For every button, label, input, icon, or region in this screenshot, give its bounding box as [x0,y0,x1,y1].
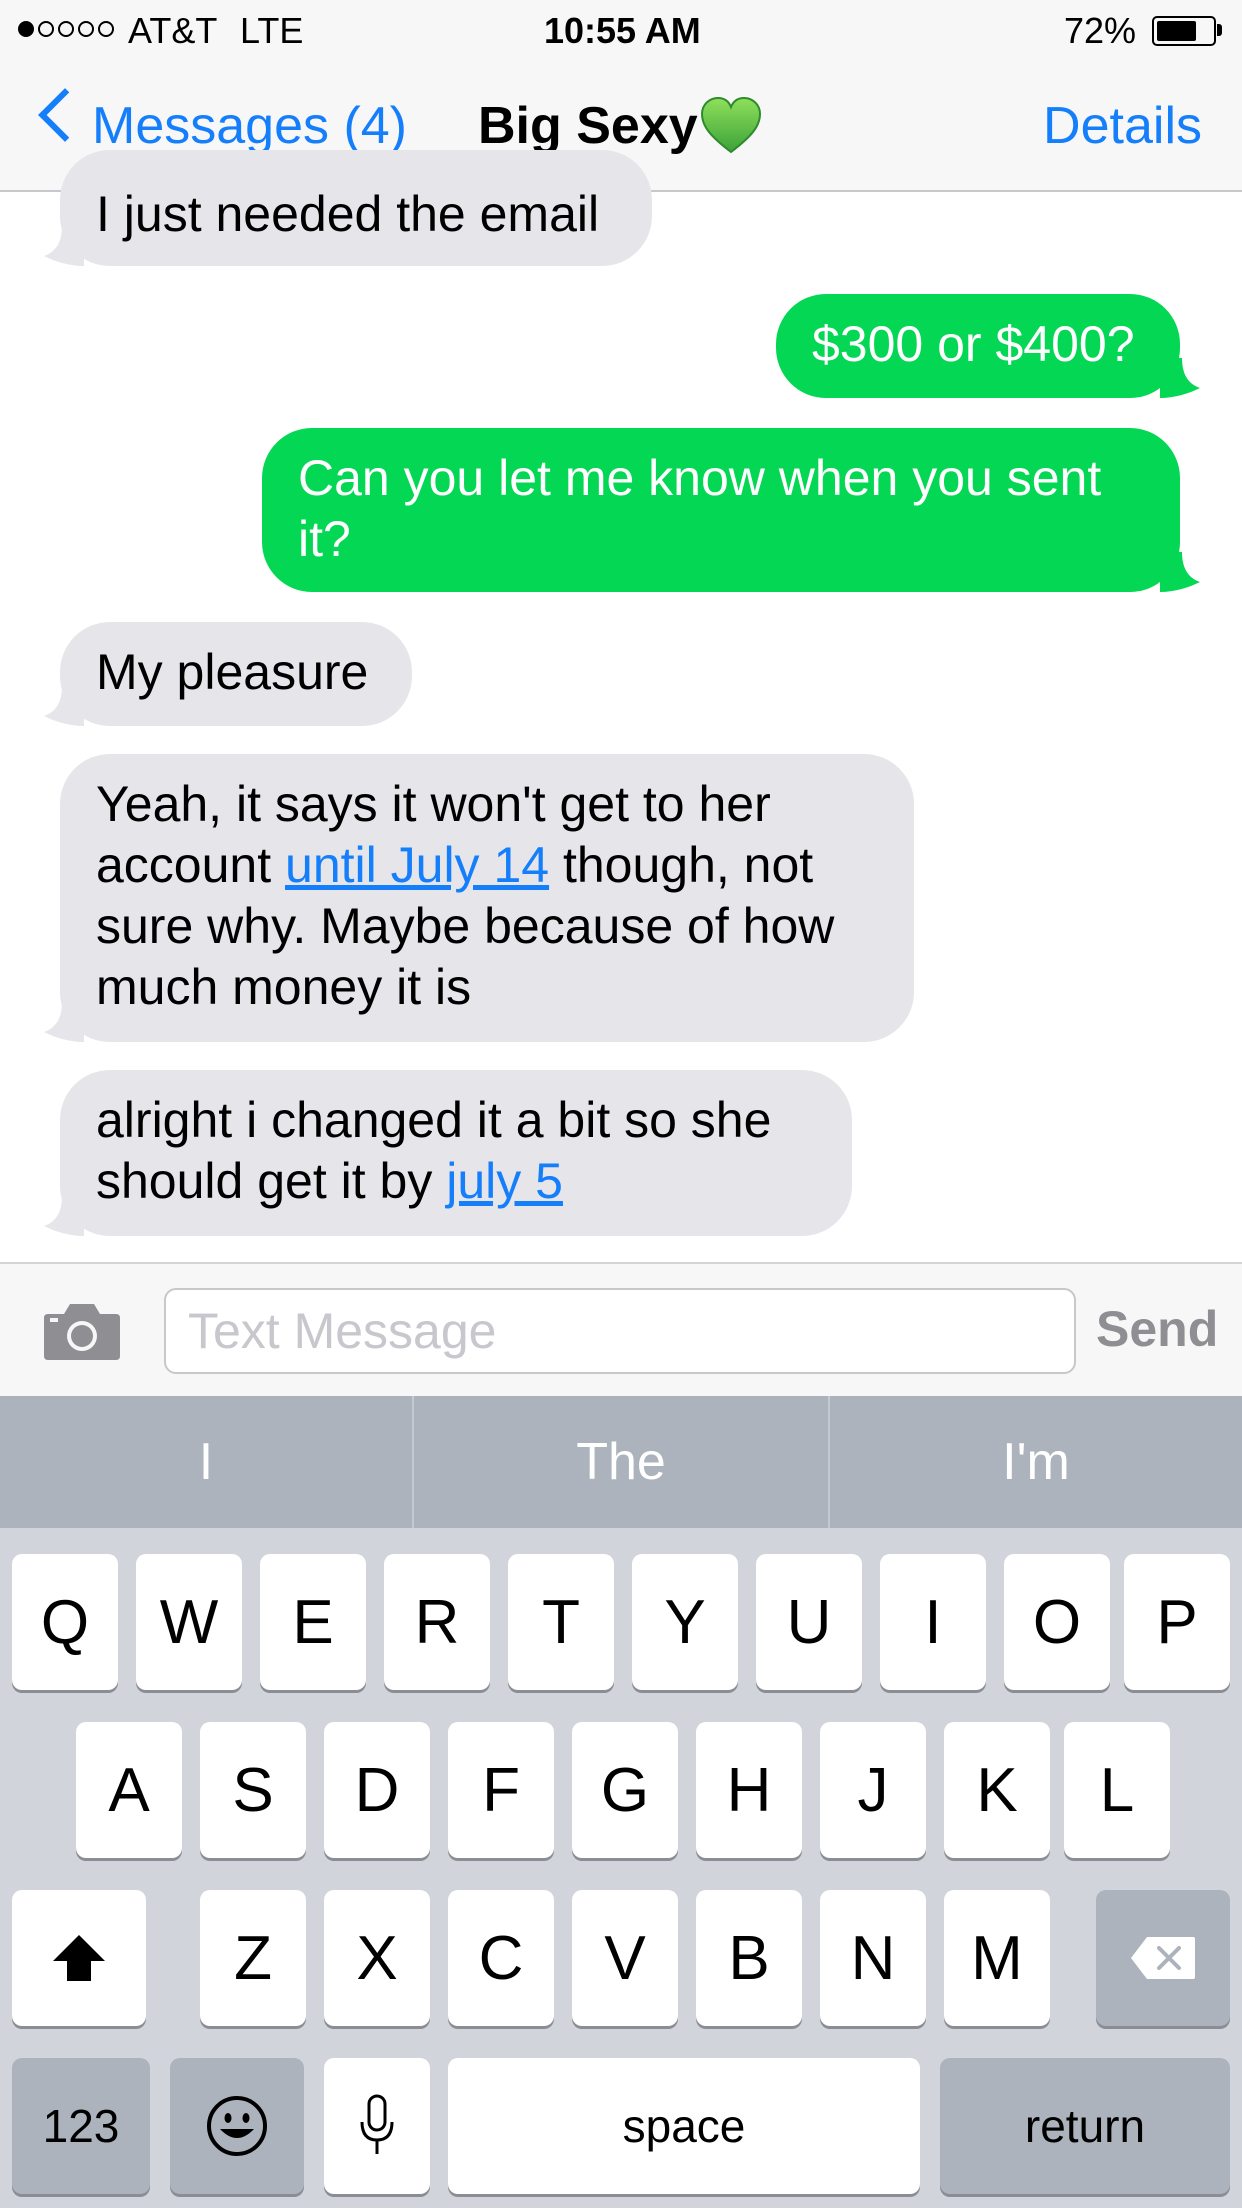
key-p[interactable]: P [1124,1554,1230,1690]
key-b[interactable]: B [696,1890,802,2026]
message-bubble-outgoing[interactable]: Can you let me know when you sent it? [262,428,1180,592]
status-time: 10:55 AM [544,10,701,51]
backspace-icon [1131,1937,1195,1979]
message-text: Can you let me know when you sent it? [298,450,1102,567]
microphone-icon [360,2094,394,2154]
key-q[interactable]: Q [12,1554,118,1690]
key-d[interactable]: D [324,1722,430,1858]
battery-tip [1217,24,1222,36]
numbers-key[interactable]: 123 [12,2058,150,2194]
chevron-left-icon[interactable] [38,88,92,142]
camera-icon[interactable] [44,1300,120,1360]
emoji-icon [207,2096,267,2156]
bubble-tail [44,1002,84,1042]
message-text: $300 or $400? [812,316,1135,372]
key-y[interactable]: Y [632,1554,738,1690]
date-link[interactable]: until July 14 [285,837,549,893]
key-f[interactable]: F [448,1722,554,1858]
bubble-tail [44,1196,84,1236]
date-link[interactable]: july 5 [446,1153,563,1209]
dictation-key[interactable] [324,2058,430,2194]
message-bubble-incoming[interactable]: Yeah, it says it won't get to her accoun… [60,754,914,1042]
key-a[interactable]: A [76,1722,182,1858]
shift-key[interactable] [12,1890,146,2026]
key-s[interactable]: S [200,1722,306,1858]
details-button[interactable]: Details [1043,96,1202,156]
emoji-key[interactable] [170,2058,304,2194]
message-text: alright i changed it a bit so she should… [96,1092,772,1209]
prediction-suggestion[interactable]: I [0,1396,412,1528]
signal-dot-icon [38,21,54,37]
message-bubble-incoming[interactable]: I just needed the email [60,150,652,266]
key-e[interactable]: E [260,1554,366,1690]
message-text-field[interactable] [164,1288,1076,1374]
prediction-suggestion[interactable]: The [414,1396,828,1528]
key-o[interactable]: O [1004,1554,1110,1690]
key-v[interactable]: V [572,1890,678,2026]
signal-dot-icon [98,21,114,37]
predictive-bar: I The I'm [0,1396,1242,1528]
send-button[interactable]: Send [1096,1300,1218,1358]
battery-percent: 72% [1064,10,1137,51]
key-h[interactable]: H [696,1722,802,1858]
back-button[interactable]: Messages (4) [92,96,407,156]
message-bubble-incoming[interactable]: My pleasure [60,622,412,726]
key-m[interactable]: M [944,1890,1050,2026]
key-w[interactable]: W [136,1554,242,1690]
space-key[interactable]: space [448,2058,920,2194]
prediction-suggestion[interactable]: I'm [830,1396,1242,1528]
bubble-tail [44,686,84,726]
key-x[interactable]: X [324,1890,430,2026]
key-u[interactable]: U [756,1554,862,1690]
key-t[interactable]: T [508,1554,614,1690]
battery-icon [1152,16,1216,46]
key-l[interactable]: L [1064,1722,1170,1858]
keyboard: I The I'm Q W E R T Y U I O P A S D F G … [0,1396,1242,2208]
key-g[interactable]: G [572,1722,678,1858]
message-input-bar: Send [0,1262,1242,1396]
network-label: LTE [240,10,304,51]
key-k[interactable]: K [944,1722,1050,1858]
conversation-title: Big Sexy [478,97,698,155]
bubble-tail [44,226,84,266]
key-r[interactable]: R [384,1554,490,1690]
message-text: My pleasure [96,644,369,700]
status-bar: AT&T LTE 10:55 AM 72% [0,0,1242,62]
key-c[interactable]: C [448,1890,554,2026]
shift-arrow-icon [53,1935,105,1981]
message-bubble-outgoing[interactable]: $300 or $400? [776,294,1180,398]
key-i[interactable]: I [880,1554,986,1690]
signal-dot-icon [78,21,94,37]
key-z[interactable]: Z [200,1890,306,2026]
message-bubble-incoming[interactable]: alright i changed it a bit so she should… [60,1070,852,1236]
carrier-label: AT&T [128,10,218,51]
message-text: I just needed the email [96,186,600,242]
signal-dot-icon [58,21,74,37]
bubble-tail [1160,552,1200,592]
signal-dot-icon [18,21,34,37]
key-j[interactable]: J [820,1722,926,1858]
return-key[interactable]: return [940,2058,1230,2194]
key-n[interactable]: N [820,1890,926,2026]
bubble-tail [1160,358,1200,398]
delete-key[interactable] [1096,1890,1230,2026]
green-heart-icon [700,96,762,154]
